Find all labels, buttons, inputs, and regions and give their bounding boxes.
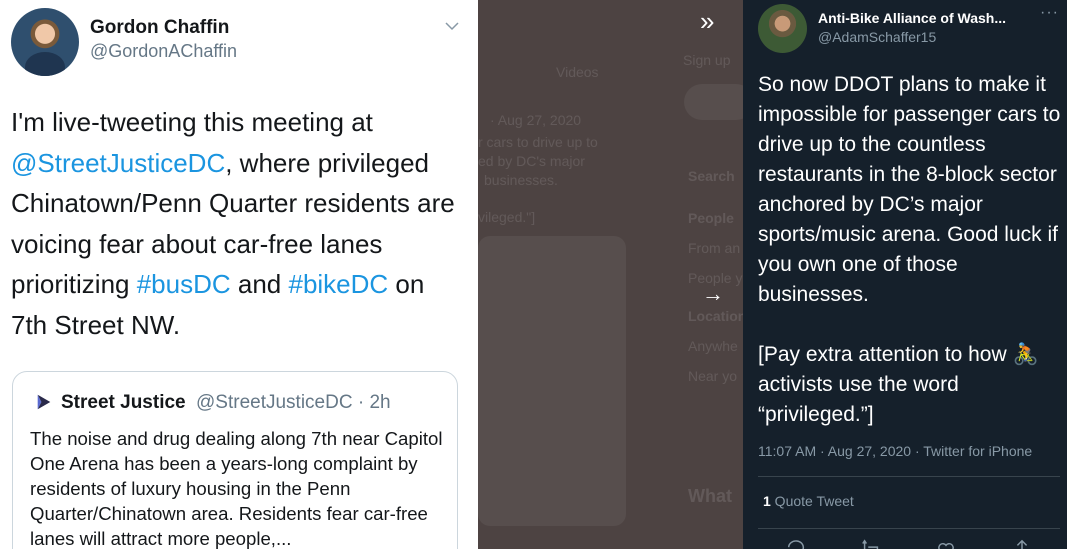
author-name[interactable]: Anti-Bike Alliance of Wash... (818, 10, 1006, 26)
share-icon[interactable] (1011, 538, 1033, 549)
author-avatar[interactable] (758, 4, 807, 53)
ghost-people: People (688, 210, 734, 226)
like-icon[interactable] (935, 538, 957, 549)
divider (758, 476, 1060, 477)
hashtag-link-bikedc[interactable]: #bikeDC (288, 269, 388, 299)
reply-icon[interactable] (785, 538, 807, 549)
ghost-whats: What (688, 486, 732, 506)
hashtag-link-busdc[interactable]: #busDC (137, 269, 231, 299)
author-handle[interactable]: @AdamSchaffer15 (818, 29, 936, 45)
ghost-search-box (684, 84, 743, 120)
ghost-date: · Aug 27, 2020 (490, 112, 582, 128)
ghost-location: Location (688, 308, 743, 324)
ghost-near: Near yo (688, 368, 738, 384)
retweet-icon[interactable] (860, 538, 882, 549)
timestamp[interactable]: 11:07 AM · Aug 27, 2020 · Twitter for iP… (758, 443, 1032, 459)
more-options-icon[interactable]: ··· (1040, 4, 1059, 22)
ghost-card (478, 236, 626, 526)
quoted-text: The noise and drug dealing along 7th nea… (30, 428, 443, 549)
tweet-text: So now DDOT plans to make it impossible … (758, 73, 1061, 426)
ghost-text-3: businesses. (484, 172, 558, 188)
ghost-quote: vileged."] (478, 209, 536, 225)
ghost-anywhere: Anywhe (688, 338, 738, 354)
quoted-handle-time: @StreetJusticeDC · 2h (196, 392, 391, 413)
left-tweet-card: Gordon Chaffin @GordonAChaffin I'm live-… (0, 0, 478, 549)
quote-tweet-count[interactable]: 1 Quote Tweet (763, 493, 854, 509)
cyclist-emoji-icon: 🚴 (1012, 343, 1039, 366)
author-avatar[interactable] (11, 8, 79, 76)
quoted-tweet[interactable]: Street Justice @StreetJusticeDC · 2h The… (12, 371, 458, 549)
quoted-author-name: Street Justice (61, 392, 186, 413)
ghost-search: Search (688, 168, 735, 184)
author-handle[interactable]: @GordonAChaffin (90, 41, 237, 62)
author-name[interactable]: Gordon Chaffin (90, 17, 229, 39)
chevron-down-icon[interactable] (443, 17, 461, 35)
right-tweet-card: Anti-Bike Alliance of Wash... @AdamSchaf… (743, 0, 1067, 549)
street-justice-logo-icon (37, 394, 51, 410)
mention-link[interactable]: @StreetJusticeDC (11, 148, 225, 178)
ghost-text-2: ed by DC's major (478, 153, 585, 169)
divider (758, 528, 1060, 529)
ghost-text-1: r cars to drive up to (478, 134, 598, 150)
ghost-tab: Videos (556, 64, 599, 80)
ghost-signup: Sign up (683, 52, 731, 68)
arrow-right-icon[interactable]: → (702, 281, 724, 307)
chevrons-right-icon[interactable]: » (700, 6, 714, 37)
ghost-from: From an (688, 240, 741, 256)
dimmed-background: Videos Sign up · Aug 27, 2020 r cars to … (478, 0, 743, 549)
tweet-text: I'm live-tweeting this meeting at @Stree… (11, 107, 455, 340)
